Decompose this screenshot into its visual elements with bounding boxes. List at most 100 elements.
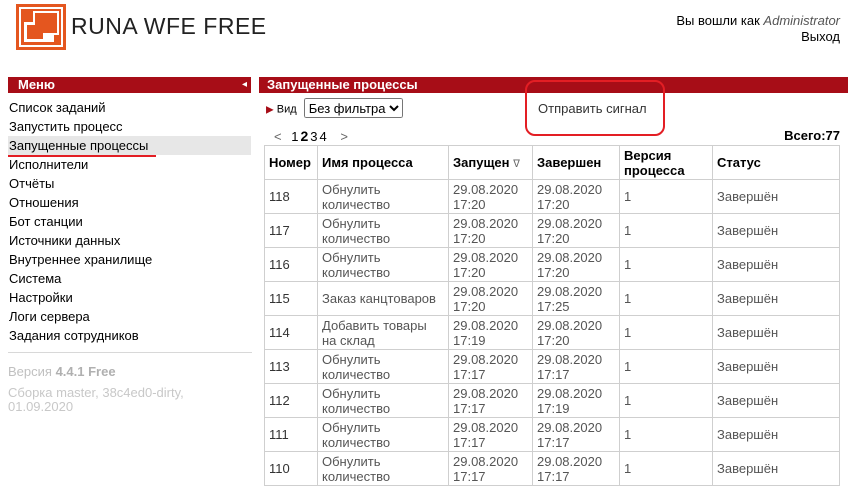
logged-in-label: Вы вошли как: [676, 13, 760, 28]
table-row[interactable]: 113 Обнулить количество 29.08.2020 17:17 29…: [264, 349, 840, 384]
filter-row: ▶ Вид Без фильтра: [266, 98, 403, 118]
sidebar-item[interactable]: Задания сотрудников: [8, 326, 251, 345]
app-name: RUNA WFE FREE: [71, 13, 267, 39]
cell-number: 117: [264, 213, 318, 248]
cell-ended: 29.08.2020 17:17: [532, 349, 620, 384]
cell-status: Завершён: [712, 281, 840, 316]
table-row[interactable]: 118 Обнулить количество 29.08.2020 17:20 29…: [264, 179, 840, 214]
cell-process-name: Обнулить количество: [317, 451, 449, 486]
cell-status: Завершён: [712, 417, 840, 452]
cell-ended: 29.08.2020 17:19: [532, 383, 620, 418]
cell-ended: 29.08.2020 17:25: [532, 281, 620, 316]
processes-table: Номер Имя процесса Запущен ᐁ Завершен Ве…: [264, 145, 840, 486]
cell-started: 29.08.2020 17:17: [448, 451, 533, 486]
logout-link[interactable]: Выход: [676, 29, 840, 45]
cell-version: 1: [619, 281, 713, 316]
cell-started: 29.08.2020 17:20: [448, 281, 533, 316]
annotation-underline: [8, 155, 156, 157]
next-page-button[interactable]: >: [340, 129, 348, 144]
cell-started: 29.08.2020 17:17: [448, 349, 533, 384]
cell-version: 1: [619, 247, 713, 282]
sidebar-item[interactable]: Список заданий: [8, 98, 251, 117]
page-link[interactable]: 3: [310, 129, 317, 144]
collapse-menu-icon[interactable]: ◂: [242, 77, 247, 93]
filter-select[interactable]: Без фильтра: [303, 98, 403, 118]
page-link[interactable]: 4: [319, 129, 326, 144]
cell-process-name: Заказ канцтоваров: [317, 281, 449, 316]
table-header-row: Номер Имя процесса Запущен ᐁ Завершен Ве…: [264, 145, 840, 180]
table-row[interactable]: 116 Обнулить количество 29.08.2020 17:20 29…: [264, 247, 840, 282]
cell-started: 29.08.2020 17:19: [448, 315, 533, 350]
sidebar-item[interactable]: Логи сервера: [8, 307, 251, 326]
col-header-name[interactable]: Имя процесса: [317, 145, 449, 180]
cell-status: Завершён: [712, 247, 840, 282]
table-row[interactable]: 112 Обнулить количество 29.08.2020 17:17 29…: [264, 383, 840, 418]
cell-number: 112: [264, 383, 318, 418]
cell-status: Завершён: [712, 383, 840, 418]
page-title: Запущенные процессы: [267, 77, 418, 92]
cell-number: 118: [264, 179, 318, 214]
sidebar-item[interactable]: Запущенные процессы: [8, 136, 251, 155]
col-header-version[interactable]: Версия процесса: [619, 145, 713, 180]
cell-status: Завершён: [712, 349, 840, 384]
col-header-started[interactable]: Запущен ᐁ: [448, 145, 533, 180]
cell-status: Завершён: [712, 179, 840, 214]
sidebar-item[interactable]: Система: [8, 269, 251, 288]
cell-process-name: Обнулить количество: [317, 417, 449, 452]
cell-ended: 29.08.2020 17:20: [532, 179, 620, 214]
cell-started: 29.08.2020 17:17: [448, 383, 533, 418]
annotation-circle: [525, 80, 665, 136]
menu-header: Меню ◂: [8, 77, 251, 93]
page-link[interactable]: 1: [291, 129, 298, 144]
menu-title: Меню: [18, 77, 56, 92]
cell-version: 1: [619, 451, 713, 486]
total-count: Всего:77: [784, 128, 840, 143]
table-row[interactable]: 110 Обнулить количество 29.08.2020 17:17 29…: [264, 451, 840, 486]
table-row[interactable]: 117 Обнулить количество 29.08.2020 17:20 29…: [264, 213, 840, 248]
cell-ended: 29.08.2020 17:17: [532, 417, 620, 452]
sidebar-item[interactable]: Отчёты: [8, 174, 251, 193]
cell-number: 113: [264, 349, 318, 384]
cell-status: Завершён: [712, 451, 840, 486]
cell-version: 1: [619, 315, 713, 350]
cell-ended: 29.08.2020 17:20: [532, 315, 620, 350]
table-row[interactable]: 111 Обнулить количество 29.08.2020 17:17 29…: [264, 417, 840, 452]
cell-number: 116: [264, 247, 318, 282]
cell-number: 114: [264, 315, 318, 350]
cell-number: 110: [264, 451, 318, 486]
sidebar-item[interactable]: Настройки: [8, 288, 251, 307]
table-row[interactable]: 115 Заказ канцтоваров 29.08.2020 17:20 29.0…: [264, 281, 840, 316]
username: Administrator: [763, 13, 840, 28]
prev-page-button[interactable]: <: [274, 129, 282, 144]
cell-started: 29.08.2020 17:20: [448, 179, 533, 214]
build-info: Сборка master, 38c4ed0-dirty, 01.09.2020: [8, 385, 184, 414]
cell-version: 1: [619, 349, 713, 384]
col-header-ended[interactable]: Завершен: [532, 145, 620, 180]
sort-desc-icon: ᐁ: [513, 159, 520, 170]
cell-process-name: Обнулить количество: [317, 213, 449, 248]
col-header-number[interactable]: Номер: [264, 145, 318, 180]
view-label[interactable]: Вид: [277, 104, 297, 116]
cell-process-name: Обнулить количество: [317, 247, 449, 282]
sidebar-item[interactable]: Внутреннее хранилище: [8, 250, 251, 269]
version-label: Версия: [8, 364, 52, 379]
table-row[interactable]: 114 Добавить товары на склад 29.08.2020 17…: [264, 315, 840, 350]
expand-arrow-icon[interactable]: ▶: [266, 105, 274, 116]
sidebar-item[interactable]: Запустить процесс: [8, 117, 251, 136]
sidebar-item[interactable]: Отношения: [8, 193, 251, 212]
cell-process-name: Обнулить количество: [317, 383, 449, 418]
version-value: 4.4.1 Free: [55, 364, 116, 379]
logged-in-line: Вы вошли как Administrator: [676, 13, 840, 29]
sidebar-item[interactable]: Источники данных: [8, 231, 251, 250]
cell-started: 29.08.2020 17:20: [448, 247, 533, 282]
cell-version: 1: [619, 179, 713, 214]
version-info: Версия 4.4.1 Free: [8, 364, 116, 380]
sidebar-item[interactable]: Бот станции: [8, 212, 251, 231]
col-header-status[interactable]: Статус: [712, 145, 840, 180]
page-link[interactable]: 2: [300, 128, 308, 144]
cell-number: 111: [264, 417, 318, 452]
cell-started: 29.08.2020 17:20: [448, 213, 533, 248]
sidebar-item[interactable]: Исполнители: [8, 155, 251, 174]
cell-process-name: Обнулить количество: [317, 179, 449, 214]
cell-status: Завершён: [712, 213, 840, 248]
